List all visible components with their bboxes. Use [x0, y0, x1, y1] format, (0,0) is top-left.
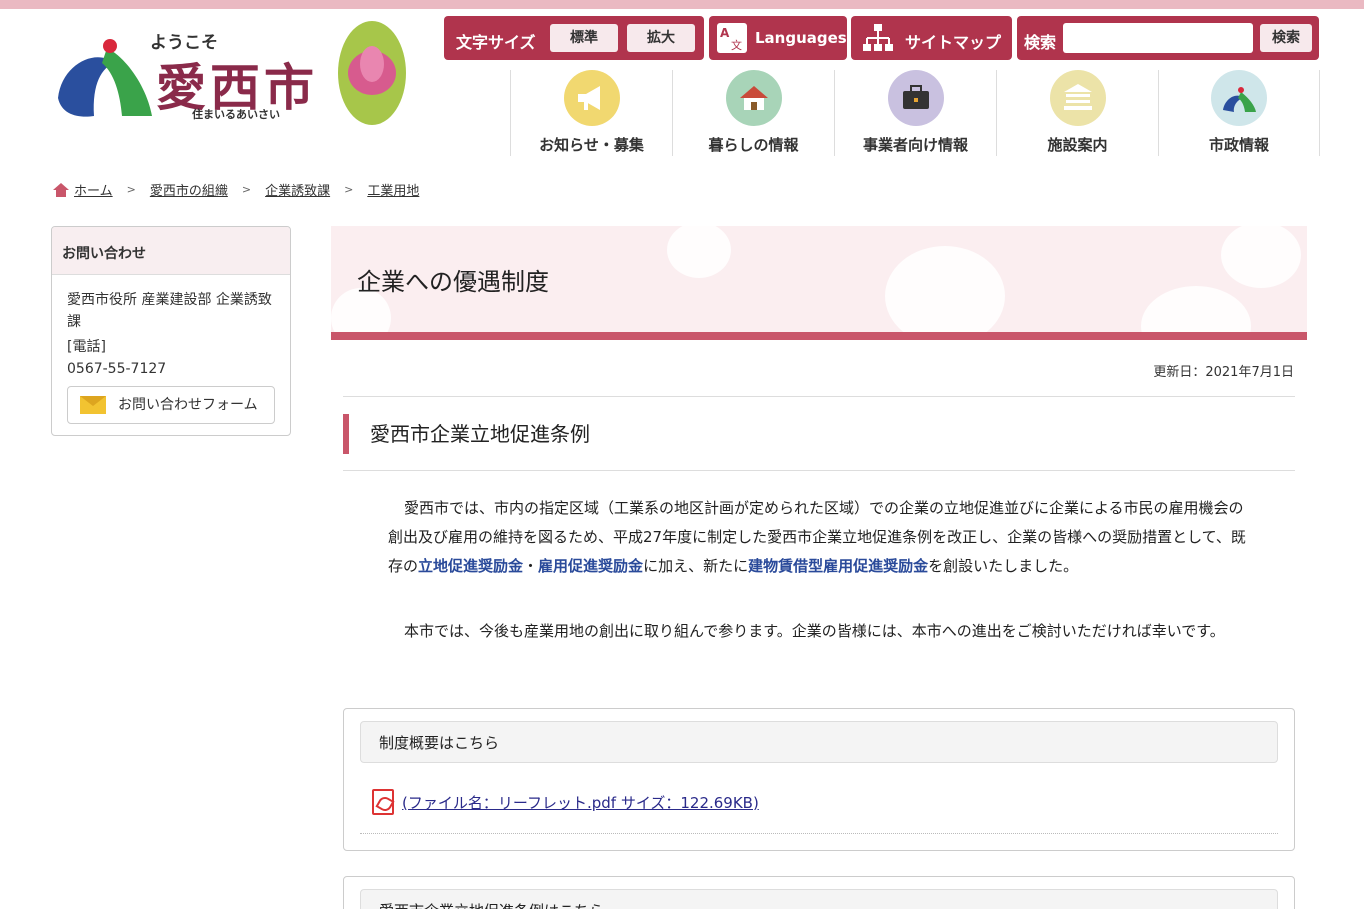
site-logo[interactable]: ようこそ 愛西市 住まいるあいさい [52, 18, 412, 130]
breadcrumb-org[interactable]: 愛西市の組織 [150, 180, 228, 199]
file-row: (ファイル名：リーフレット.pdf サイズ：122.69KB) [372, 789, 759, 815]
divider [343, 470, 1295, 471]
briefcase-icon [887, 70, 944, 126]
title-underline [331, 332, 1307, 340]
nav-item-2[interactable]: 事業者向け情報 [834, 70, 996, 156]
chevron-right-icon: > [241, 183, 252, 196]
search-input[interactable] [1063, 23, 1253, 53]
contact-dept: 愛西市役所 産業建設部 企業誘致課 [67, 292, 272, 330]
contact-form-label: お問い合わせフォーム [118, 397, 258, 413]
intro-text: を創設いたしました。 [928, 557, 1079, 575]
link-location-grant[interactable]: 立地促進奨励金 [418, 557, 523, 575]
file-box-overview: 制度概要はこちら (ファイル名：リーフレット.pdf サイズ：122.69KB) [343, 708, 1295, 851]
house-icon [725, 70, 782, 126]
intro-paragraph: 愛西市では、市内の指定区域（工業系の地区計画が定められた区域）での企業の立地促進… [388, 494, 1256, 581]
nav-item-label: 事業者向け情報 [862, 136, 968, 154]
lotus-decoration-icon [1141, 286, 1251, 332]
font-standard-button[interactable]: 標準 [550, 24, 618, 52]
nav-item-4[interactable]: 市政情報 [1158, 70, 1320, 156]
city-emblem-icon [58, 39, 152, 117]
nav-item-3[interactable]: 施設案内 [996, 70, 1158, 156]
link-lease-grant[interactable]: 建物賃借型雇用促進奨励金 [748, 557, 928, 575]
font-size-label: 文字サイズ [456, 33, 536, 52]
page-title-band: 企業への優遇制度 [331, 226, 1307, 332]
breadcrumb-dept[interactable]: 企業誘致課 [265, 180, 330, 199]
mail-icon [80, 396, 106, 414]
svg-text:文: 文 [731, 38, 742, 52]
lotus-flower-icon [338, 21, 406, 125]
future-paragraph: 本市では、今後も産業用地の創出に取り組んで参ります。企業の皆様には、本市への進出… [404, 622, 1225, 640]
section-title: 愛西市企業立地促進条例 [343, 414, 590, 454]
file-box-title: 制度概要はこちら [360, 721, 1278, 763]
city-logo-icon [1211, 70, 1267, 126]
nav-item-label: お知らせ・募集 [539, 136, 644, 154]
search-label: 検索 [1024, 33, 1057, 52]
file-box-ordinance: 愛西市企業立地促進条例はこちら [343, 876, 1295, 909]
lotus-decoration-icon [1221, 226, 1301, 288]
pdf-download-link[interactable]: (ファイル名：リーフレット.pdf サイズ：122.69KB) [402, 792, 759, 813]
nav-item-label: 施設案内 [1047, 136, 1108, 154]
font-size-bar: 文字サイズ 標準 拡大 [444, 16, 704, 60]
nav-item-label: 市政情報 [1208, 136, 1269, 154]
link-employment-grant[interactable]: 雇用促進奨励金 [538, 557, 643, 575]
home-icon [53, 182, 69, 197]
logo-tagline: 住まいるあいさい [192, 108, 280, 121]
sitemap-label: サイトマップ [905, 33, 1002, 52]
chevron-right-icon: > [344, 183, 354, 196]
file-box2-title: 愛西市企業立地促進条例はこちら [360, 889, 1278, 909]
intro-text: に加え、新たに [643, 557, 749, 575]
contact-form-button[interactable]: お問い合わせフォーム [67, 386, 275, 424]
languages-label: Languages [755, 29, 847, 47]
intro-separator: ・ [523, 557, 539, 575]
pdf-icon [372, 789, 394, 815]
contact-phone-label: [電話] [67, 339, 106, 355]
languages-button[interactable]: A文 Languages [709, 16, 847, 60]
chevron-right-icon: > [126, 183, 136, 196]
contact-title: お問い合わせ [52, 227, 290, 275]
breadcrumb-home[interactable]: ホーム [74, 180, 113, 199]
contact-box: お問い合わせ 愛西市役所 産業建設部 企業誘致課 [電話] 0567-55-71… [51, 226, 291, 436]
lotus-decoration-icon [667, 226, 731, 278]
megaphone-icon [563, 70, 620, 126]
svg-text:A: A [720, 26, 730, 40]
translate-icon: A文 [717, 23, 747, 53]
sitemap-button[interactable]: サイトマップ [851, 16, 1012, 60]
breadcrumb: ホーム > 愛西市の組織 > 企業誘致課 > 工業用地 [52, 180, 419, 199]
divider [343, 396, 1295, 397]
sitemap-icon [863, 24, 893, 51]
font-large-button[interactable]: 拡大 [627, 24, 695, 52]
dotted-divider [360, 833, 1278, 834]
building-icon [1049, 70, 1106, 126]
nav-item-label: 暮らしの情報 [708, 136, 799, 154]
contact-phone: 0567-55-7127 [67, 361, 167, 377]
page-title: 企業への優遇制度 [357, 268, 549, 296]
nav-item-0[interactable]: お知らせ・募集 [510, 70, 672, 156]
search-bar: 検索 検索 [1017, 16, 1319, 60]
updated-date: 更新日：2021年7月1日 [1153, 365, 1294, 380]
breadcrumb-current[interactable]: 工業用地 [367, 180, 419, 199]
search-button[interactable]: 検索 [1260, 24, 1312, 52]
top-accent-line [0, 0, 1364, 9]
nav-item-1[interactable]: 暮らしの情報 [672, 70, 834, 156]
lotus-decoration-icon [885, 246, 1005, 332]
